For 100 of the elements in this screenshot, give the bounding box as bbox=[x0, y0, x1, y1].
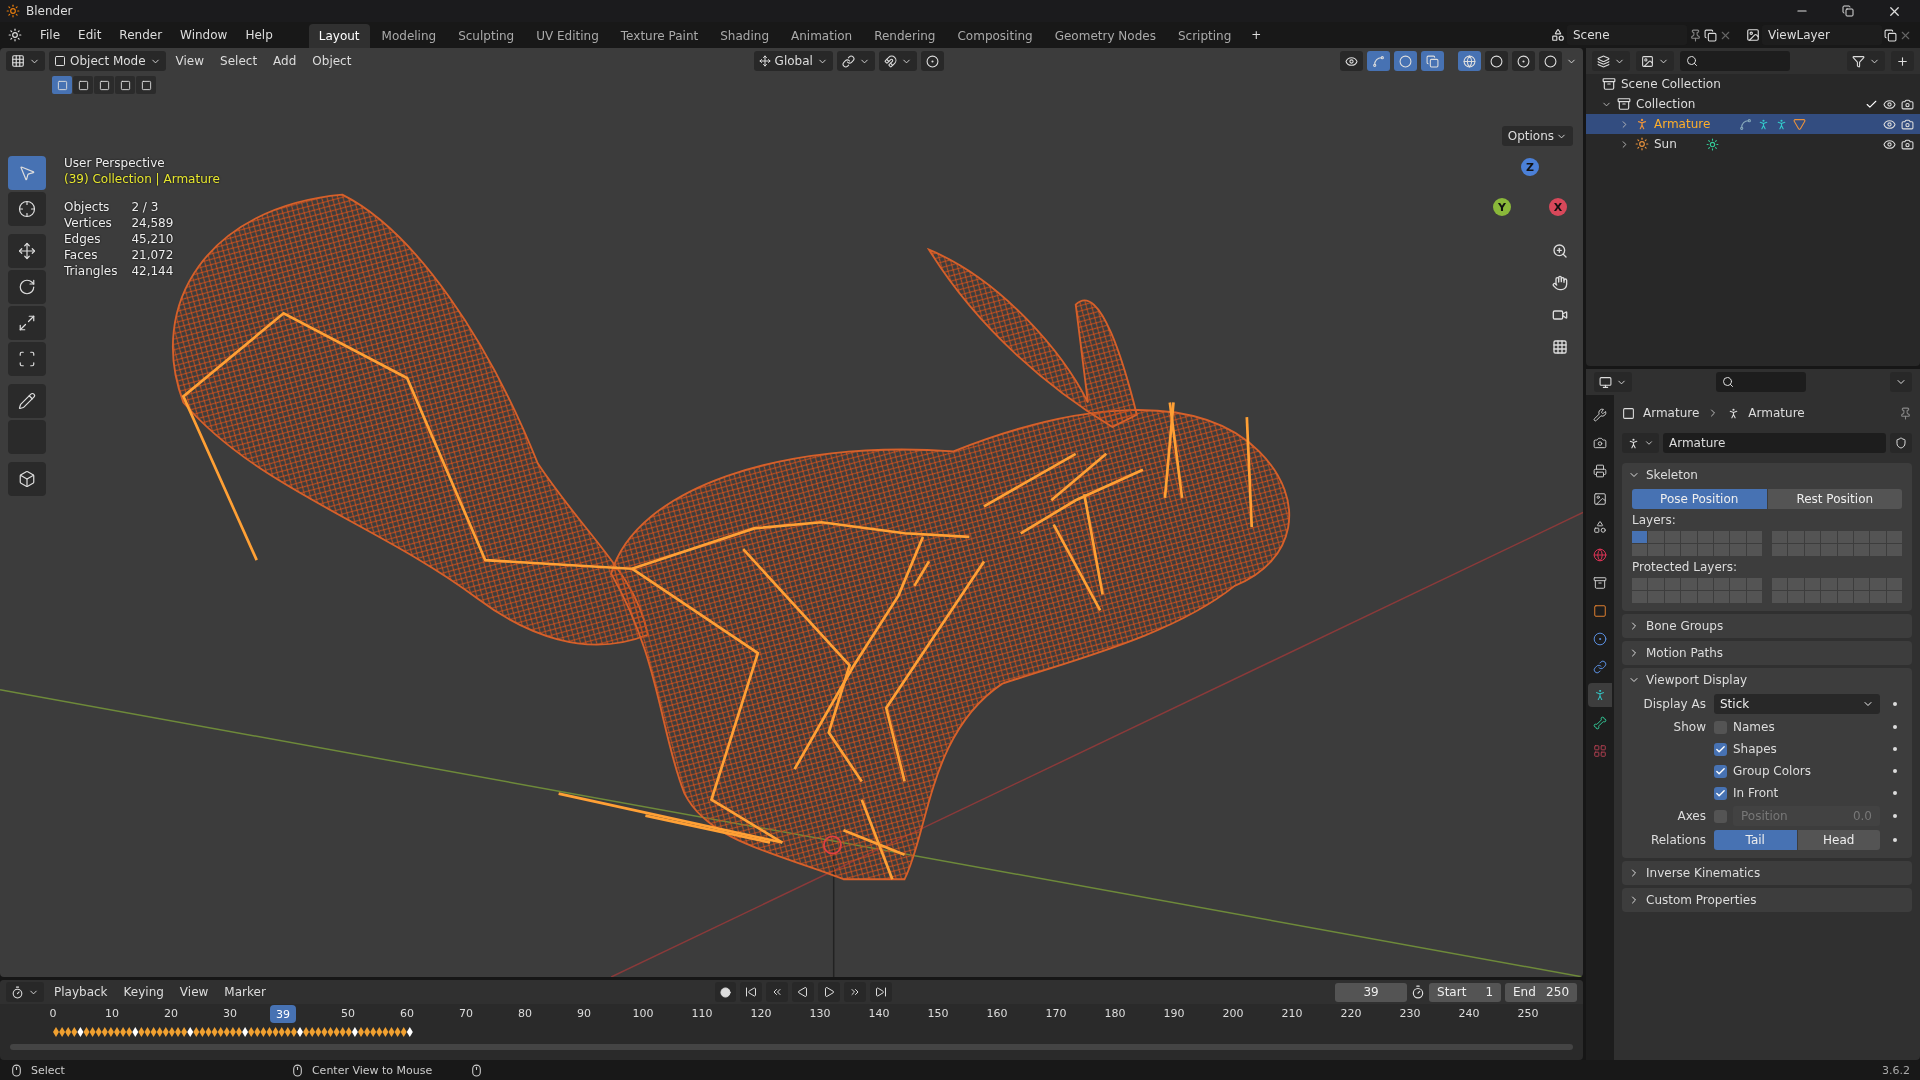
viewport-menu[interactable]: Add bbox=[267, 52, 303, 70]
gizmo-arrow-toggle[interactable] bbox=[1367, 51, 1390, 71]
view-layer-icon[interactable] bbox=[1746, 28, 1760, 42]
view-layer-field[interactable]: ViewLayer bbox=[1762, 25, 1882, 45]
workspace-tab[interactable]: Compositing bbox=[947, 24, 1043, 48]
menu-item[interactable]: Window bbox=[172, 25, 236, 45]
editor-type-button[interactable] bbox=[1592, 51, 1630, 71]
duplicate-icon[interactable] bbox=[1704, 28, 1717, 42]
viewport-menu[interactable]: Select bbox=[214, 52, 264, 70]
breadcrumb-item[interactable]: Armature bbox=[1748, 406, 1805, 420]
position-toggle[interactable]: Pose Position bbox=[1632, 489, 1767, 509]
outliner-row[interactable]: Armature bbox=[1586, 114, 1920, 134]
play-reverse-button[interactable] bbox=[791, 982, 814, 1002]
pin-icon[interactable] bbox=[1899, 406, 1912, 420]
jump-end-button[interactable] bbox=[869, 982, 892, 1002]
timeline-menu[interactable]: View bbox=[173, 983, 215, 1001]
tool-button[interactable] bbox=[8, 342, 46, 376]
outliner-row[interactable]: Sun bbox=[1586, 134, 1920, 154]
shading-mode-button[interactable] bbox=[1512, 51, 1535, 71]
keyframe-dot-icon[interactable] bbox=[1893, 769, 1897, 773]
xray-squares-toggle[interactable] bbox=[1421, 51, 1444, 71]
camera-icon[interactable] bbox=[1901, 117, 1914, 131]
checkbox[interactable] bbox=[1714, 764, 1727, 778]
viewport-menu[interactable]: Object bbox=[306, 52, 358, 70]
menu-item[interactable]: Help bbox=[237, 25, 281, 45]
editor-type-button[interactable] bbox=[6, 982, 44, 1002]
checkbox[interactable] bbox=[1714, 786, 1727, 800]
jump-start-button[interactable] bbox=[739, 982, 762, 1002]
pin-icon[interactable] bbox=[1689, 28, 1702, 42]
relations-toggle[interactable]: Head bbox=[1797, 830, 1880, 850]
select-mode-button[interactable] bbox=[136, 76, 156, 94]
stopwatch-icon[interactable] bbox=[1411, 985, 1425, 999]
play-button[interactable] bbox=[817, 982, 840, 1002]
workspace-tab[interactable]: UV Editing bbox=[526, 24, 609, 48]
duplicate-icon[interactable] bbox=[1884, 28, 1897, 42]
breadcrumb-item[interactable]: Armature bbox=[1643, 406, 1700, 420]
panel-header[interactable]: Custom Properties bbox=[1622, 888, 1912, 912]
relations-toggle[interactable]: Tail bbox=[1714, 830, 1797, 850]
workspace-tab[interactable]: Animation bbox=[781, 24, 863, 48]
axis-label[interactable]: X bbox=[1549, 198, 1567, 216]
select-mode-button[interactable] bbox=[52, 76, 72, 94]
overlay-circles-toggle[interactable] bbox=[1394, 51, 1417, 71]
axis-label[interactable]: Y bbox=[1493, 198, 1511, 216]
shading-mode-button[interactable] bbox=[1539, 51, 1562, 71]
data-browse-button[interactable] bbox=[1622, 433, 1659, 453]
tool-button[interactable] bbox=[8, 270, 46, 304]
orientation-dropdown[interactable]: Global bbox=[753, 51, 833, 71]
workspace-tab[interactable]: Sculpting bbox=[448, 24, 525, 48]
outliner-row[interactable]: Collection bbox=[1586, 94, 1920, 114]
dropdown-button[interactable] bbox=[1890, 372, 1912, 392]
position-toggle[interactable]: Rest Position bbox=[1767, 489, 1902, 509]
next-keyframe-button[interactable] bbox=[843, 982, 866, 1002]
checkbox[interactable] bbox=[1714, 742, 1727, 756]
scene-field[interactable]: Scene bbox=[1567, 25, 1687, 45]
select-mode-button[interactable] bbox=[115, 76, 135, 94]
editor-type-button[interactable] bbox=[1594, 372, 1632, 392]
end-frame-field[interactable]: End 250 bbox=[1505, 982, 1577, 1002]
scrollbar[interactable] bbox=[10, 1044, 1573, 1050]
fake-user-button[interactable] bbox=[1890, 433, 1912, 453]
menu-item[interactable]: File bbox=[32, 25, 69, 45]
workspace-tab[interactable]: Scripting bbox=[1167, 24, 1242, 48]
eye-toggle[interactable] bbox=[1340, 51, 1363, 71]
timeline-menu[interactable]: Keying bbox=[117, 983, 170, 1001]
tool-button[interactable] bbox=[8, 306, 46, 340]
panel-header[interactable]: Viewport Display bbox=[1622, 668, 1912, 692]
proportional-edit-button[interactable] bbox=[920, 51, 944, 71]
playhead[interactable]: 39 bbox=[270, 1005, 297, 1023]
keyframe-dot-icon[interactable] bbox=[1893, 814, 1897, 818]
tool-button[interactable] bbox=[8, 192, 46, 226]
workspace-tab[interactable]: Geometry Nodes bbox=[1044, 24, 1166, 48]
menu-item[interactable]: Edit bbox=[70, 25, 110, 45]
record-button[interactable] bbox=[714, 982, 736, 1002]
panel-header[interactable]: Motion Paths bbox=[1622, 641, 1912, 665]
current-frame-field[interactable]: 39 bbox=[1335, 982, 1407, 1002]
select-mode-button[interactable] bbox=[73, 76, 93, 94]
options-dropdown[interactable]: Options bbox=[1501, 126, 1573, 146]
timeline-menu[interactable]: Marker bbox=[218, 983, 272, 1001]
keyframe-dot-icon[interactable] bbox=[1893, 702, 1897, 706]
previous-keyframe-button[interactable] bbox=[765, 982, 788, 1002]
keyframe-dot-icon[interactable] bbox=[1893, 791, 1897, 795]
add-workspace-button[interactable]: + bbox=[1243, 25, 1270, 45]
app-logo-icon[interactable] bbox=[8, 28, 22, 42]
camera-icon[interactable] bbox=[1901, 137, 1914, 151]
keyframe-dot-icon[interactable] bbox=[1893, 747, 1897, 751]
pivot-button[interactable] bbox=[836, 51, 875, 71]
select-mode-button[interactable] bbox=[94, 76, 114, 94]
workspace-tab[interactable]: Shading bbox=[710, 24, 779, 48]
panel-header[interactable]: Inverse Kinematics bbox=[1622, 861, 1912, 885]
editor-type-button[interactable] bbox=[6, 51, 45, 71]
axis-label[interactable]: Z bbox=[1521, 158, 1539, 176]
workspace-tab[interactable]: Layout bbox=[308, 24, 370, 48]
workspace-tab[interactable]: Rendering bbox=[864, 24, 946, 48]
menu-item[interactable]: Render bbox=[111, 25, 171, 45]
panel-header[interactable]: Skeleton bbox=[1622, 463, 1912, 487]
scene-icon[interactable] bbox=[1551, 28, 1565, 42]
shading-mode-button[interactable] bbox=[1485, 51, 1508, 71]
keyframe-dot-icon[interactable] bbox=[1893, 838, 1897, 842]
panel-header[interactable]: Bone Groups bbox=[1622, 614, 1912, 638]
viewport-menu[interactable]: View bbox=[169, 52, 211, 70]
search-field[interactable] bbox=[1680, 51, 1790, 71]
